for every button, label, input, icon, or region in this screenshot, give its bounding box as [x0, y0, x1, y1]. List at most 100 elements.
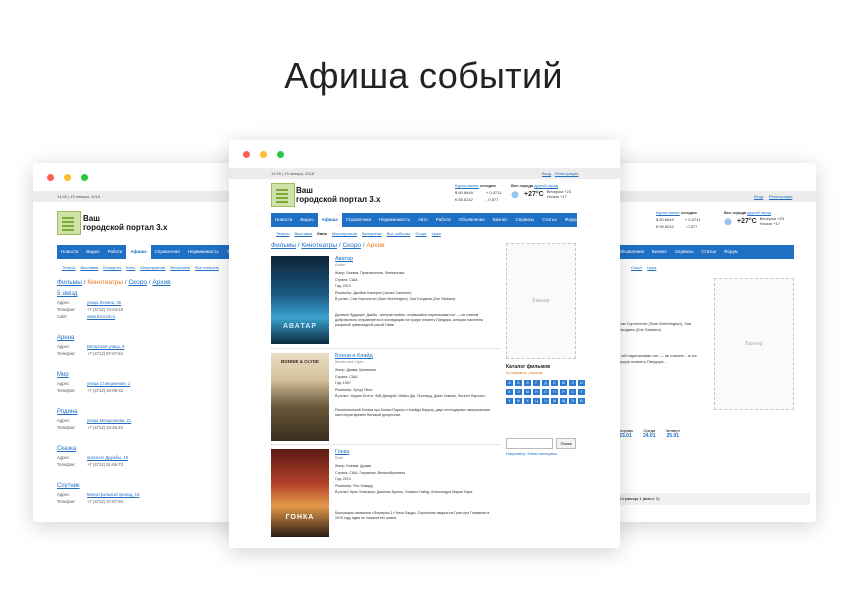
day-tab[interactable]: Среда 24.01	[643, 428, 656, 439]
subnav-theatres[interactable]: Театры	[62, 265, 76, 270]
alphabet-letter[interactable]: Д	[542, 380, 549, 386]
film-poster[interactable]: BONNIE & CLYDE	[271, 353, 329, 441]
register-link[interactable]: Регистрация	[555, 169, 578, 179]
venue-name[interactable]: Арена	[57, 335, 257, 341]
subnav-circus[interactable]: Цирк	[647, 265, 656, 270]
nav-news[interactable]: Новости	[271, 213, 296, 227]
banner-placeholder[interactable]: Баннер	[506, 243, 576, 359]
nav-afisha[interactable]: Афиша	[317, 213, 342, 227]
alphabet-letter[interactable]: Ж	[560, 380, 567, 386]
nav-news[interactable]: Новости	[57, 245, 82, 259]
alphabet-letter[interactable]: В	[524, 380, 531, 386]
alphabet-letter[interactable]: З	[569, 380, 576, 386]
film-poster[interactable]: АВАТАР	[271, 256, 329, 344]
subnav-all[interactable]: Все события	[387, 231, 411, 236]
venue-name[interactable]: Сказка	[57, 446, 257, 452]
alphabet-letter[interactable]: Б	[515, 380, 522, 386]
crumb-archive[interactable]: Архив	[152, 279, 170, 286]
subnav-cinema[interactable]: Кино	[126, 265, 135, 270]
close-dot-icon[interactable]	[47, 174, 54, 181]
alphabet-letter[interactable]: Ш	[551, 398, 558, 404]
banner-placeholder[interactable]: Баннер	[714, 278, 794, 410]
alphabet-letter[interactable]: С	[569, 389, 576, 395]
alphabet-letter[interactable]: Г	[533, 380, 540, 386]
alphabet-letter[interactable]: Ч	[542, 398, 549, 404]
nav-services[interactable]: Сервисы	[511, 213, 538, 227]
nav-business[interactable]: Бизнес	[648, 245, 671, 259]
close-dot-icon[interactable]	[243, 151, 250, 158]
nav-articles[interactable]: Статьи	[538, 213, 561, 227]
alphabet-letter[interactable]: К	[506, 389, 513, 395]
venue-name[interactable]: Мир	[57, 372, 257, 378]
venue-name[interactable]: Родина	[57, 409, 257, 415]
alphabet-letter[interactable]: Х	[524, 398, 531, 404]
subnav-parties[interactable]: Вечеринки	[362, 231, 382, 236]
login-link[interactable]: Вход	[542, 169, 551, 179]
nav-video[interactable]: Видео	[82, 245, 103, 259]
day-tab[interactable]: Четверг 25.01	[665, 428, 680, 439]
alphabet-letter[interactable]: М	[524, 389, 531, 395]
film-title[interactable]: Гонка	[335, 449, 349, 455]
maximize-dot-icon[interactable]	[277, 151, 284, 158]
crumb-soon[interactable]: Скоро	[128, 279, 146, 286]
alphabet-letter[interactable]: Ф	[515, 398, 522, 404]
alphabet-letter[interactable]: Ю	[578, 398, 585, 404]
subnav-circus[interactable]: Цирк	[432, 231, 441, 236]
subnav-events[interactable]: Мероприятия	[140, 265, 165, 270]
currency-link[interactable]: Курсы валют	[656, 210, 680, 215]
portal-name[interactable]: Ваш городской портал 3.х	[83, 214, 167, 232]
crumb-films[interactable]: Фильмы	[57, 279, 82, 286]
other-city-link[interactable]: другой город	[534, 183, 558, 188]
nav-reference[interactable]: Справочная	[342, 213, 375, 227]
subnav-parties[interactable]: Вечеринки	[170, 265, 190, 270]
subnav-exhibitions[interactable]: Выставки	[81, 265, 99, 270]
catalog-search-input[interactable]	[506, 438, 553, 449]
nav-realty[interactable]: Недвижимость	[184, 245, 223, 259]
nav-business[interactable]: Бизнес	[489, 213, 512, 227]
alphabet-letter[interactable]: А	[506, 380, 513, 386]
alphabet-letter[interactable]: У	[506, 398, 513, 404]
nav-forum[interactable]: Форум	[720, 245, 742, 259]
subnav-events[interactable]: Мероприятия	[332, 231, 357, 236]
subnav-all[interactable]: Все события	[195, 265, 219, 270]
nav-work[interactable]: Работа	[104, 245, 127, 259]
subnav-sport[interactable]: Спорт	[415, 231, 426, 236]
alphabet-letter[interactable]: Л	[515, 389, 522, 395]
film-poster[interactable]: ГОНКА	[271, 449, 329, 537]
subnav-exhibitions[interactable]: Выставки	[295, 231, 313, 236]
login-link[interactable]: Вход	[754, 192, 763, 202]
portal-name[interactable]: Ваш городской портал 3.х	[296, 186, 380, 204]
venue-name[interactable]: Спутник	[57, 483, 257, 489]
other-city-link[interactable]: другой город	[747, 210, 771, 215]
crumb-cinemas[interactable]: Кинотеатры	[301, 242, 337, 249]
alphabet-letter[interactable]: И	[578, 380, 585, 386]
nav-auto[interactable]: Авто	[414, 213, 432, 227]
subnav-sport[interactable]: Спорт	[631, 265, 642, 270]
subnav-concerts[interactable]: Концерты	[103, 265, 121, 270]
catalog-sort[interactable]: по алфавиту | жанрам	[506, 371, 576, 375]
register-link[interactable]: Регистрация	[769, 192, 792, 202]
minimize-dot-icon[interactable]	[64, 174, 71, 181]
alphabet-letter[interactable]: Н	[533, 389, 540, 395]
nav-work[interactable]: Работа	[432, 213, 455, 227]
alphabet-letter[interactable]: О	[542, 389, 549, 395]
alphabet-letter[interactable]: П	[551, 389, 558, 395]
catalog-search-button[interactable]: Поиск	[556, 438, 576, 449]
nav-articles[interactable]: Статьи	[697, 245, 720, 259]
alphabet-letter[interactable]: Щ	[560, 398, 567, 404]
film-title[interactable]: Бонни и Клайд	[335, 353, 373, 359]
alphabet-letter[interactable]: Р	[560, 389, 567, 395]
alphabet-letter[interactable]: Е	[551, 380, 558, 386]
portal-logo-icon[interactable]	[57, 211, 81, 235]
minimize-dot-icon[interactable]	[260, 151, 267, 158]
nav-ads[interactable]: Объявления	[455, 213, 489, 227]
alphabet-letter[interactable]: Э	[569, 398, 576, 404]
portal-logo-icon[interactable]	[271, 183, 295, 207]
currency-link[interactable]: Курсы валют	[455, 183, 479, 188]
subnav-theatres[interactable]: Театры	[276, 231, 290, 236]
film-title[interactable]: Аватар	[335, 256, 353, 262]
venue-name[interactable]: 5 звёзд	[57, 291, 257, 297]
crumb-soon[interactable]: Скоро	[342, 242, 360, 249]
day-tab[interactable]: Вторник 23.01	[618, 428, 633, 439]
alphabet-letter[interactable]: Т	[578, 389, 585, 395]
